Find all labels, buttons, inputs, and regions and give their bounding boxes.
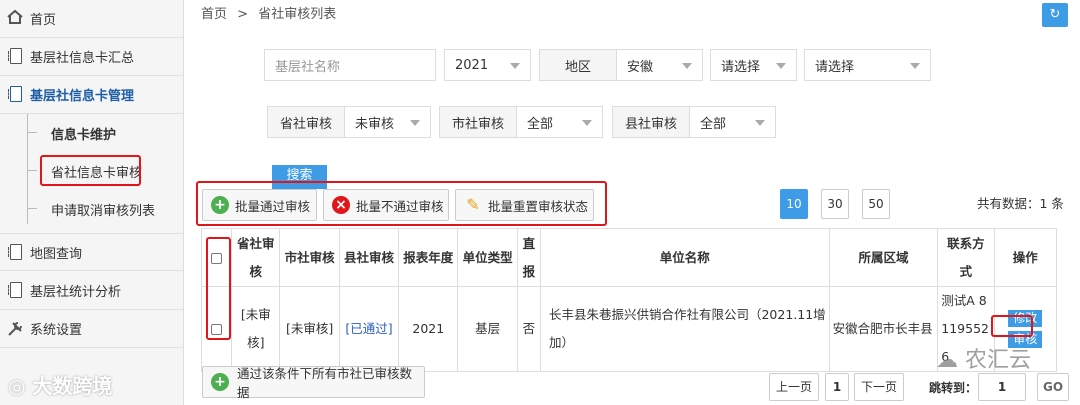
- refresh-button[interactable]: ↻: [1042, 3, 1068, 27]
- col-contact: 联系方式: [937, 228, 995, 287]
- page-size-50[interactable]: 50: [862, 189, 890, 219]
- page-size-30[interactable]: 30: [821, 189, 849, 219]
- breadcrumb-separator: >: [237, 7, 249, 22]
- page-size-10[interactable]: 10: [780, 189, 808, 219]
- cell-type: 基层: [457, 286, 518, 372]
- city-review-select[interactable]: 全部: [516, 106, 603, 138]
- table-row: [未审核] [未审核] [已通过] 2021 基层 否 长丰县朱巷振兴供销合作社…: [200, 286, 1058, 372]
- highlight-box: [991, 315, 1033, 337]
- close-icon: ×: [332, 196, 350, 214]
- sidebar-item-stats[interactable]: 基层社统计分析: [0, 272, 184, 310]
- cell-name: 长丰县朱巷振兴供销合作社有限公司（2021.11增加）: [539, 286, 830, 372]
- document-icon: [8, 86, 22, 102]
- watermark: ◎ 大数跨境: [8, 374, 113, 398]
- city-select[interactable]: 请选择: [710, 49, 797, 81]
- batch-reject-button[interactable]: × 批量不通过审核: [323, 189, 449, 221]
- col-region: 所属区域: [828, 228, 939, 287]
- county-review-label: 县社审核: [612, 106, 690, 138]
- year-select[interactable]: 2021: [444, 49, 531, 81]
- total-count: 共有数据：1 条: [977, 196, 1064, 211]
- region-label: 地区: [539, 49, 617, 81]
- cell-city-review: [未审核]: [279, 286, 340, 372]
- sidebar-item-info-manage[interactable]: 基层社信息卡管理: [0, 76, 184, 114]
- cell-direct: 否: [516, 286, 541, 372]
- chevron-down-icon: [510, 63, 520, 69]
- table-header: 省社审核 市社审核 县社审核 报表年度 单位类型 直报 单位名称 所属区域 联系…: [200, 228, 1058, 287]
- chevron-down-icon: [682, 63, 692, 69]
- chevron-down-icon: [755, 120, 765, 126]
- sidebar-item-maintain[interactable]: 信息卡维护: [0, 114, 184, 152]
- document-icon: [8, 282, 22, 298]
- review-table: 省社审核 市社审核 县社审核 报表年度 单位类型 直报 单位名称 所属区域 联系…: [200, 228, 1058, 372]
- cell-region: 安徽合肥市长丰县: [828, 286, 939, 372]
- cell-year: 2021: [398, 286, 459, 372]
- next-page-button[interactable]: 下一页: [854, 373, 904, 401]
- chevron-down-icon: [410, 120, 420, 126]
- highlight-box: [40, 155, 141, 186]
- col-direct: 直报: [516, 228, 541, 287]
- province-select[interactable]: 安徽: [616, 49, 703, 81]
- sidebar-item-cancel-list[interactable]: 申请取消审核列表: [0, 190, 184, 228]
- cell-prov-review: [未审核]: [231, 286, 281, 372]
- col-county-review: 县社审核: [338, 228, 400, 287]
- approve-all-button[interactable]: + 通过该条件下所有市社已审核数据: [202, 366, 425, 400]
- col-operation: 操作: [993, 228, 1058, 287]
- chevron-down-icon: [776, 63, 786, 69]
- home-icon: [7, 9, 23, 24]
- prov-review-label: 省社审核: [267, 106, 345, 138]
- col-city-review: 市社审核: [279, 228, 340, 287]
- breadcrumb-current: 省社审核列表: [258, 7, 337, 22]
- wrench-icon: [8, 322, 22, 336]
- current-page[interactable]: 1: [825, 373, 849, 401]
- chevron-down-icon: [582, 120, 592, 126]
- document-icon: [8, 48, 22, 64]
- plus-icon: +: [211, 196, 229, 214]
- col-year: 报表年度: [398, 228, 459, 287]
- watermark: ☁ 农汇云: [936, 348, 1032, 373]
- refresh-icon: ↻: [1049, 7, 1061, 22]
- cell-county-review[interactable]: [已通过]: [338, 286, 400, 372]
- watermark-logo-icon: ◎: [8, 374, 33, 398]
- sidebar-item-map[interactable]: 地图查询: [0, 233, 184, 271]
- go-button[interactable]: GO: [1037, 373, 1069, 401]
- pencil-icon: ✎: [466, 195, 480, 214]
- batch-reset-button[interactable]: ✎ 批量重置审核状态: [455, 189, 594, 221]
- jump-label: 跳转到：: [929, 381, 978, 395]
- wechat-icon: ☁: [936, 348, 965, 373]
- sidebar-item-settings[interactable]: 系统设置: [0, 310, 184, 348]
- batch-pass-button[interactable]: + 批量通过审核: [202, 189, 317, 221]
- sidebar-item-home[interactable]: 首页: [0, 0, 184, 38]
- col-type: 单位类型: [457, 228, 518, 287]
- chevron-down-icon: [910, 63, 920, 69]
- col-name: 单位名称: [539, 228, 830, 287]
- highlight-box: [206, 237, 231, 340]
- document-icon: [8, 244, 22, 260]
- county-select[interactable]: 请选择: [804, 49, 931, 81]
- sidebar-item-info-summary[interactable]: 基层社信息卡汇总: [0, 38, 184, 76]
- name-search-input[interactable]: 基层社名称: [264, 49, 436, 81]
- sidebar: 首页 基层社信息卡汇总 基层社信息卡管理 信息卡维护 省社信息卡审核 申请取消审…: [0, 0, 184, 405]
- prov-review-select[interactable]: 未审核: [344, 106, 431, 138]
- city-review-label: 市社审核: [439, 106, 517, 138]
- col-prov-review: 省社审核: [231, 228, 281, 287]
- breadcrumb: 首页 > 省社审核列表: [201, 3, 336, 22]
- jump-page-input[interactable]: 1: [978, 373, 1026, 401]
- plus-icon: +: [211, 373, 229, 391]
- breadcrumb-home[interactable]: 首页: [201, 7, 227, 22]
- prev-page-button[interactable]: 上一页: [769, 373, 819, 401]
- county-review-select[interactable]: 全部: [689, 106, 776, 138]
